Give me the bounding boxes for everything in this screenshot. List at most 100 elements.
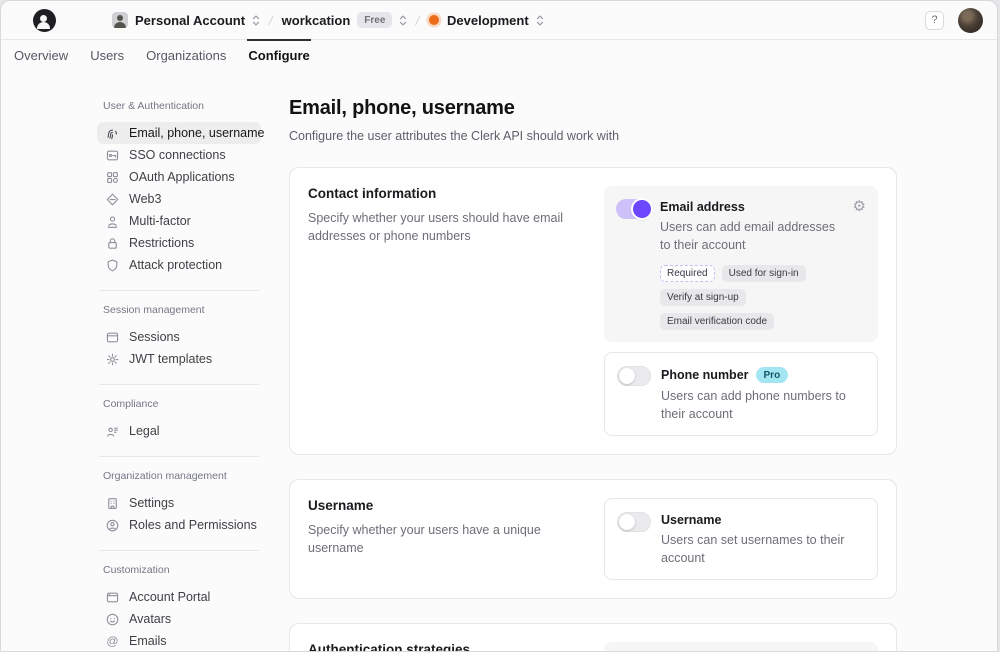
- sidebar-item-account-portal[interactable]: Account Portal: [97, 586, 261, 608]
- username-card: Username Specify whether your users have…: [289, 479, 897, 599]
- badge-used-for-sign-in: Used for sign-in: [722, 265, 806, 282]
- sidebar-item-label: SSO connections: [129, 148, 226, 162]
- sso-connections-icon: [105, 148, 120, 163]
- browser-icon: [105, 590, 120, 605]
- sidebar-section-title: User & Authentication: [103, 100, 261, 112]
- sidebar-section-title: Customization: [103, 564, 261, 576]
- username-row: Username Users can set usernames to thei…: [604, 498, 878, 580]
- sidebar-item-roles-permissions[interactable]: Roles and Permissions: [97, 514, 261, 536]
- breadcrumb: Personal Account / workcation Free / Dev…: [112, 12, 544, 28]
- tab-overview[interactable]: Overview: [13, 40, 69, 71]
- app-window: Personal Account / workcation Free / Dev…: [0, 0, 998, 652]
- sidebar-item-label: Account Portal: [129, 590, 210, 604]
- authentication-strategies-settings: Password Users can sign in with a passwo…: [604, 642, 878, 652]
- sidebar-item-label: Emails: [129, 634, 167, 648]
- authentication-strategies-card: Authentication strategies Select the aut…: [289, 623, 897, 652]
- setting-title: Email address: [660, 200, 745, 214]
- sidebar-item-org-settings[interactable]: Settings: [97, 492, 261, 514]
- sidebar-divider: [99, 550, 259, 551]
- username-setting: Username Users can set usernames to thei…: [617, 511, 865, 567]
- sidebar-item-attack-protection[interactable]: Attack protection: [97, 254, 261, 276]
- sidebar-item-multi-factor[interactable]: Multi-factor: [97, 210, 261, 232]
- setting-title: Username: [661, 513, 721, 527]
- account-label: Personal Account: [135, 13, 245, 28]
- sidebar-item-label: Sessions: [129, 330, 180, 344]
- sidebar-item-label: Avatars: [129, 612, 171, 626]
- at-icon: @: [105, 634, 120, 649]
- gear-icon[interactable]: ⚙: [853, 199, 866, 330]
- username-summary: Username Specify whether your users have…: [308, 498, 584, 580]
- sidebar-item-email-phone-username[interactable]: Email, phone, username: [97, 122, 261, 144]
- username-settings: Username Users can set usernames to thei…: [604, 498, 878, 580]
- toggle-knob: [619, 368, 635, 384]
- badge-required: Required: [660, 265, 715, 282]
- sidebar-item-web3[interactable]: Web3: [97, 188, 261, 210]
- avatar-icon: [105, 612, 120, 627]
- toggle-knob: [633, 200, 651, 218]
- sidebar-item-label: Roles and Permissions: [129, 518, 257, 532]
- pro-badge: Pro: [756, 367, 789, 383]
- sessions-icon: [105, 330, 120, 345]
- sidebar-section-title: Organization management: [103, 470, 261, 482]
- sidebar-item-label: Multi-factor: [129, 214, 191, 228]
- sidebar-item-avatars[interactable]: Avatars: [97, 608, 261, 630]
- chevron-updown-icon: [252, 14, 260, 27]
- email-address-toggle[interactable]: [616, 199, 650, 219]
- email-badges: Required Used for sign-in Verify at sign…: [660, 265, 843, 330]
- user-avatar[interactable]: [958, 8, 983, 33]
- sidebar-item-label: OAuth Applications: [129, 170, 235, 184]
- content-area: User & Authentication Email, phone, user…: [1, 71, 997, 652]
- tab-users[interactable]: Users: [89, 40, 125, 71]
- page-subtitle: Configure the user attributes the Clerk …: [289, 129, 897, 143]
- breadcrumb-app-switcher[interactable]: workcation Free: [282, 12, 408, 28]
- chevron-updown-icon: [399, 14, 407, 27]
- contact-information-settings: Email address Users can add email addres…: [604, 186, 878, 436]
- phone-number-row: Phone number Pro Users can add phone num…: [604, 352, 878, 436]
- sidebar-section-title: Compliance: [103, 398, 261, 410]
- toggle-knob: [619, 514, 635, 530]
- sidebar-item-label: Attack protection: [129, 258, 222, 272]
- username-toggle[interactable]: [617, 512, 651, 532]
- sidebar-item-legal[interactable]: Legal: [97, 420, 261, 442]
- breadcrumb-account-switcher[interactable]: Personal Account: [112, 12, 260, 28]
- breadcrumb-instance-switcher[interactable]: Development: [429, 13, 544, 28]
- sidebar-item-emails[interactable]: @ Emails: [97, 630, 261, 652]
- sidebar-item-label: Web3: [129, 192, 161, 206]
- contact-information-card: Contact information Specify whether your…: [289, 167, 897, 455]
- authentication-strategies-summary: Authentication strategies Select the aut…: [308, 642, 584, 652]
- contact-information-summary: Contact information Specify whether your…: [308, 186, 584, 436]
- card-title: Contact information: [308, 186, 584, 201]
- email-address-text: Email address Users can add email addres…: [660, 198, 843, 330]
- sidebar-item-sso-connections[interactable]: SSO connections: [97, 144, 261, 166]
- setting-title: Phone number: [661, 368, 749, 382]
- legal-icon: [105, 424, 120, 439]
- sidebar-item-jwt-templates[interactable]: JWT templates: [97, 348, 261, 370]
- password-panel: Password Users can sign in with a passwo…: [604, 642, 878, 652]
- sidebar-item-sessions[interactable]: Sessions: [97, 326, 261, 348]
- breadcrumb-separator: /: [415, 13, 422, 28]
- lock-icon: [105, 236, 120, 251]
- sidebar-item-label: Legal: [129, 424, 160, 438]
- app-label: workcation: [282, 13, 351, 28]
- tab-bar: Overview Users Organizations Configure: [1, 40, 997, 71]
- badge-email-verification-code: Email verification code: [660, 313, 774, 330]
- breadcrumb-separator: /: [267, 13, 274, 28]
- sidebar-item-label: Email, phone, username: [129, 126, 265, 140]
- clerk-logo-icon: [33, 9, 56, 32]
- setting-description: Users can add phone numbers to their acc…: [661, 388, 865, 423]
- sidebar-divider: [99, 384, 259, 385]
- sidebar-section-title: Session management: [103, 304, 261, 316]
- card-description: Specify whether your users should have e…: [308, 209, 584, 245]
- development-dot-icon: [429, 15, 439, 25]
- phone-number-toggle[interactable]: [617, 366, 651, 386]
- sidebar-item-restrictions[interactable]: Restrictions: [97, 232, 261, 254]
- help-button[interactable]: ?: [925, 11, 944, 30]
- chevron-updown-icon: [536, 14, 544, 27]
- tab-organizations[interactable]: Organizations: [145, 40, 227, 71]
- tab-configure[interactable]: Configure: [247, 40, 310, 71]
- instance-label: Development: [447, 13, 529, 28]
- setting-description: Users can add email addresses to their a…: [660, 219, 843, 254]
- building-icon: [105, 496, 120, 511]
- sidebar-item-oauth-applications[interactable]: OAuth Applications: [97, 166, 261, 188]
- sidebar-item-label: Settings: [129, 496, 174, 510]
